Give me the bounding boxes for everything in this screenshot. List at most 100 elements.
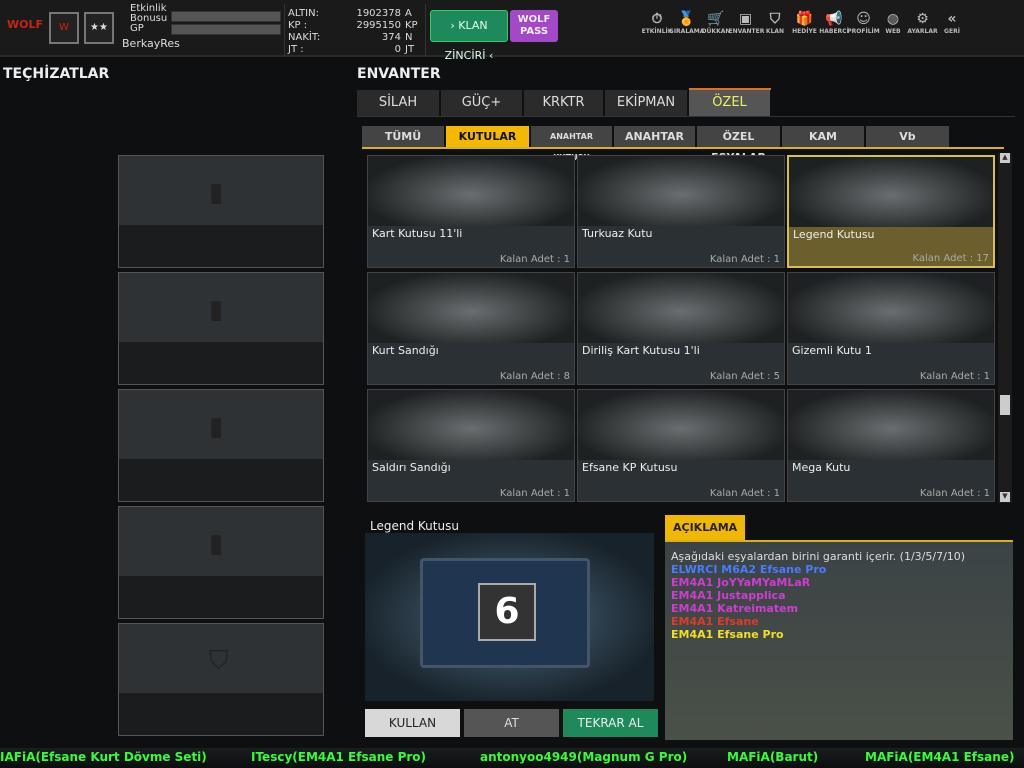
inventory-item[interactable]: Efsane KP Kutusu Kalan Adet : 1: [577, 389, 785, 502]
feed-entry: antonyoo4949(Magnum G Pro): [480, 750, 688, 764]
equipment-title: TEÇHİZATLAR: [3, 66, 110, 82]
currency-value: 374: [381, 32, 401, 43]
item-count: Kalan Adet : 5: [709, 371, 780, 382]
item-count: Kalan Adet : 8: [499, 371, 570, 382]
preview-title: Legend Kutusu: [370, 519, 459, 533]
nav-label: AYARLAR: [907, 28, 938, 35]
grenade-icon: ▮: [209, 412, 224, 442]
game-logo: WOLF: [6, 18, 43, 31]
item-name: Turkuaz Kutu: [582, 227, 653, 240]
subtab-underline: [362, 147, 1004, 149]
description-panel: Aşağıdaki eşyalardan birini garanti içer…: [665, 540, 1013, 740]
grenade-icon: ▮: [209, 295, 224, 325]
tab-divider: [357, 116, 1015, 117]
wolf-pass-button[interactable]: WOLF PASS: [510, 10, 558, 42]
item-name: Diriliş Kart Kutusu 1'li: [582, 344, 700, 357]
nav-icon: «: [947, 11, 957, 27]
currency-panel: ALTIN: 1902378 A KP : 2995150 KP NAKİT: 374 N JT …: [284, 4, 426, 56]
tab-4[interactable]: ÖZEL: [689, 90, 771, 116]
kill-feed: IAFiA(Efsane Kurt Dövme Seti) ITescy(EM4A…: [0, 748, 1024, 768]
inventory-item[interactable]: Kurt Sandığı Kalan Adet : 8: [367, 272, 575, 385]
description-line: EM4A1 Justapplica: [671, 589, 786, 602]
box-icon: [788, 273, 994, 343]
currency-label: KP :: [288, 20, 308, 31]
inventory-item[interactable]: Gizemli Kutu 1 Kalan Adet : 1: [787, 272, 995, 385]
subtab-3[interactable]: ANAHTAR: [614, 126, 695, 147]
subtab-0[interactable]: TÜMÜ: [362, 126, 444, 147]
feed-entry: MAFiA(Barut): [727, 750, 819, 764]
feed-entry: IAFiA(Efsane Kurt Dövme Seti): [0, 750, 207, 764]
inventory-item[interactable]: Legend Kutusu Kalan Adet : 17: [787, 155, 995, 268]
subtab-2[interactable]: ANAHTAR KUTUSU: [531, 126, 612, 162]
currency-value: 0: [394, 44, 401, 55]
item-count: Kalan Adet : 1: [499, 488, 570, 499]
rebuy-button[interactable]: TEKRAR AL: [563, 709, 658, 737]
box-icon: [789, 157, 993, 227]
event-bonus-bar: [171, 11, 281, 22]
box-icon: [788, 390, 994, 460]
scroll-down-icon[interactable]: ▼: [1000, 492, 1010, 502]
equipment-slot[interactable]: ▮: [118, 506, 324, 619]
inventory-item[interactable]: Turkuaz Kutu Kalan Adet : 1: [577, 155, 785, 268]
nav-label: WEB: [885, 28, 901, 35]
legend-box-icon: 6: [420, 558, 590, 668]
clan-badge[interactable]: W: [49, 12, 79, 44]
nav-label: GERİ: [944, 28, 960, 35]
item-name: Legend Kutusu: [793, 228, 875, 241]
nav-label: HABERCİ: [819, 28, 849, 35]
inventory-scrollbar[interactable]: ▲ ▼: [998, 153, 1012, 503]
nav-geri̇[interactable]: «GERİ: [935, 10, 969, 35]
subtab-6[interactable]: Vb: [866, 126, 949, 147]
tab-3[interactable]: EKİPMAN: [605, 90, 688, 116]
klan-chain-button[interactable]: › KLAN ZİNCİRİ ‹: [430, 10, 508, 62]
item-name: Mega Kutu: [792, 461, 851, 474]
nav-label: ETKİNLİK: [641, 28, 673, 35]
equipment-slot[interactable]: ▮: [118, 155, 324, 268]
box-icon: [578, 156, 784, 226]
tab-0[interactable]: SİLAH: [357, 90, 440, 116]
currency-unit: JT: [405, 44, 415, 55]
currency-value: 1902378: [356, 8, 401, 19]
description-line: EM4A1 Katreimatem: [671, 602, 799, 615]
box-icon: [368, 390, 574, 460]
equipment-slot[interactable]: ▮: [118, 389, 324, 502]
equipment-slot[interactable]: ▮: [118, 272, 324, 385]
inventory-item[interactable]: Kart Kutusu 11'li Kalan Adet : 1: [367, 155, 575, 268]
box-icon: [578, 390, 784, 460]
inventory-item[interactable]: Saldırı Sandığı Kalan Adet : 1: [367, 389, 575, 502]
item-name: Kurt Sandığı: [372, 344, 439, 357]
scroll-thumb[interactable]: [1000, 395, 1010, 415]
discard-button[interactable]: AT: [464, 709, 559, 737]
description-line: EM4A1 Efsane: [671, 615, 759, 628]
scroll-up-icon[interactable]: ▲: [1000, 153, 1010, 163]
grenade-icon: ▮: [209, 178, 224, 208]
currency-value: 2995150: [356, 20, 401, 31]
description-line: Aşağıdaki eşyalardan birini garanti içer…: [671, 550, 966, 563]
item-name: Saldırı Sandığı: [372, 461, 451, 474]
use-button[interactable]: KULLAN: [365, 709, 460, 737]
description-tab[interactable]: AÇIKLAMA: [665, 515, 745, 540]
item-count: Kalan Adet : 1: [709, 254, 780, 265]
tab-2[interactable]: KRKTR: [524, 90, 604, 116]
item-name: Kart Kutusu 11'li: [372, 227, 463, 240]
inventory-item[interactable]: Diriliş Kart Kutusu 1'li Kalan Adet : 5: [577, 272, 785, 385]
inventory-item[interactable]: Mega Kutu Kalan Adet : 1: [787, 389, 995, 502]
nav-label: PROFİLİM: [847, 28, 880, 35]
currency-unit: A: [405, 8, 412, 19]
item-name: Gizemli Kutu 1: [792, 344, 872, 357]
item-count: Kalan Adet : 1: [919, 488, 990, 499]
currency-label: NAKİT:: [288, 32, 321, 43]
currency-label: JT :: [288, 44, 304, 55]
rank-badge: ★★: [84, 12, 114, 44]
subtab-4[interactable]: ÖZEL EŞYALAR: [697, 126, 780, 164]
gp-bar: [171, 24, 281, 35]
event-bonus-label: Etkinlik Bonusu: [130, 3, 168, 24]
top-bar: WOLF W ★★ Etkinlik Bonusu GP BerkayRes A…: [0, 0, 1024, 62]
username: BerkayRes: [122, 37, 180, 50]
subtab-5[interactable]: KAM: [782, 126, 864, 147]
currency-unit: N: [405, 32, 413, 43]
equipment-slot[interactable]: ⛉: [118, 623, 324, 736]
description-line: EM4A1 JoYYaMYaMLaR: [671, 576, 811, 589]
tab-1[interactable]: GÜÇ+: [441, 90, 523, 116]
subtab-1[interactable]: KUTULAR: [446, 126, 529, 147]
